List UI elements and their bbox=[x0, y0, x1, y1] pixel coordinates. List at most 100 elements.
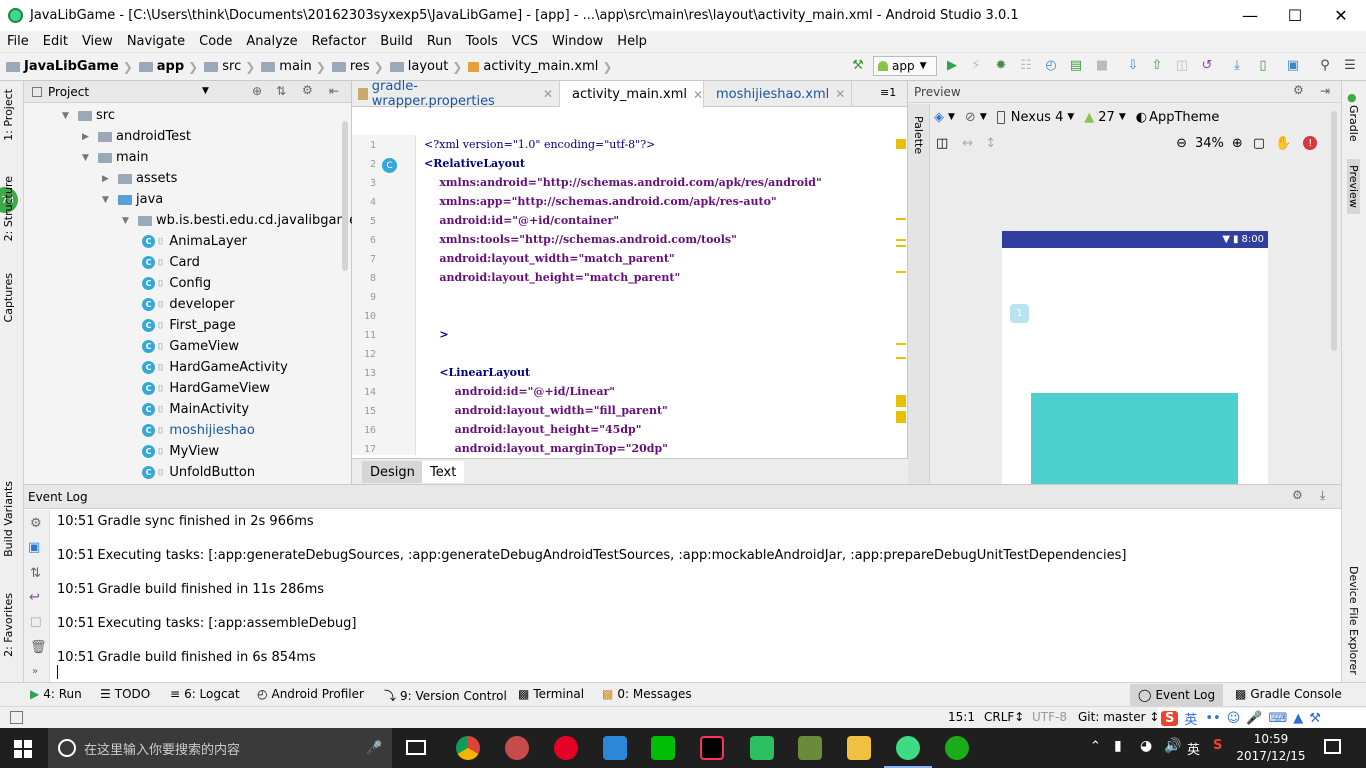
tab-design[interactable]: Design bbox=[362, 461, 423, 483]
design-surface-icon[interactable]: ◈ bbox=[934, 110, 944, 125]
file-explorer-icon[interactable] bbox=[847, 736, 871, 760]
chevron-up-icon[interactable]: ⌃ bbox=[1090, 739, 1101, 754]
layout-icon[interactable]: ◫ bbox=[936, 136, 948, 151]
tree-class-item[interactable]: C ⌷ Card bbox=[142, 252, 200, 273]
stop-icon[interactable]: ■ bbox=[1094, 58, 1110, 74]
feishu-icon[interactable] bbox=[603, 736, 627, 760]
vcs-update-icon[interactable]: ⇩ bbox=[1125, 58, 1141, 74]
tool-todo[interactable]: ☰ TODO bbox=[100, 687, 150, 701]
fit-screen-icon[interactable]: ▢ bbox=[1253, 136, 1265, 151]
breadcrumb-src[interactable]: src ❯ bbox=[198, 59, 255, 74]
balloon-icon[interactable]: ▣ bbox=[28, 540, 40, 555]
tree-folder-item[interactable]: ▼ main bbox=[82, 147, 148, 168]
gear-icon[interactable]: ⚙ bbox=[1293, 83, 1304, 97]
sdk-manager-icon[interactable]: ⤓ bbox=[1229, 58, 1245, 74]
class-marker-icon[interactable]: C bbox=[382, 158, 397, 173]
scroll-to-end-icon[interactable]: ⇅ bbox=[30, 566, 41, 581]
locate-icon[interactable]: ⊕ bbox=[252, 84, 262, 98]
mic-icon[interactable]: 🎤 bbox=[1246, 711, 1262, 726]
app-icon[interactable] bbox=[505, 736, 529, 760]
vcs-compare-icon[interactable]: ◫ bbox=[1174, 58, 1190, 74]
menu-help[interactable]: Help bbox=[610, 34, 654, 49]
more-icon[interactable]: » bbox=[32, 666, 38, 677]
tab-build-variants[interactable]: Build Variants bbox=[2, 481, 15, 557]
scrollbar[interactable] bbox=[342, 121, 348, 271]
action-center-icon[interactable] bbox=[1324, 739, 1341, 754]
tree-folder-item[interactable]: ▶ assets bbox=[102, 168, 177, 189]
toggle-tool-windows-icon[interactable] bbox=[10, 711, 23, 724]
chevron-down-icon[interactable]: ▼ bbox=[202, 86, 209, 96]
tree-folder-item[interactable]: ▼ java bbox=[102, 189, 163, 210]
zoom-in-icon[interactable]: ⊕ bbox=[1232, 136, 1243, 151]
code-area[interactable]: <?xml version="1.0" encoding="utf-8"?> <R… bbox=[416, 135, 894, 458]
soft-wraps-icon[interactable]: ↩ bbox=[29, 590, 40, 605]
iqiyi-icon[interactable] bbox=[651, 736, 675, 760]
tab-moshijieshao[interactable]: moshijieshao.xml ✕ bbox=[704, 81, 852, 107]
maximize-button[interactable]: ☐ bbox=[1272, 0, 1318, 31]
expand-arrow-icon[interactable]: ▼ bbox=[62, 111, 72, 121]
gear-icon[interactable]: ⚙ bbox=[1292, 488, 1303, 502]
tree-class-item[interactable]: C ⌷ First_page bbox=[142, 315, 236, 336]
evernote-icon[interactable] bbox=[750, 736, 774, 760]
vcs-commit-icon[interactable]: ⇧ bbox=[1149, 58, 1165, 74]
collapse-icon[interactable]: ⇅ bbox=[276, 84, 286, 98]
chrome-icon[interactable] bbox=[456, 736, 480, 760]
tool-event-log[interactable]: ◯ Event Log bbox=[1130, 684, 1224, 706]
expand-arrow-icon[interactable]: ▼ bbox=[102, 195, 112, 205]
settings-icon[interactable]: ⚙ bbox=[30, 516, 42, 531]
sogou-icon[interactable]: S bbox=[1161, 710, 1179, 726]
breadcrumb-project[interactable]: JavaLibGame ❯ bbox=[0, 59, 133, 74]
tab-palette[interactable]: Palette bbox=[912, 116, 925, 154]
tab-favorites[interactable]: 2: Favorites bbox=[2, 593, 15, 657]
microphone-icon[interactable]: 🎤 bbox=[366, 741, 382, 756]
tool-messages[interactable]: ▩ 0: Messages bbox=[602, 687, 692, 701]
git-branch[interactable]: Git: master ↕ bbox=[1078, 710, 1159, 724]
project-view-select[interactable]: Project bbox=[48, 85, 89, 99]
search-icon[interactable]: ⚲ bbox=[1317, 58, 1333, 74]
emoji-icon[interactable]: ☺ bbox=[1227, 711, 1241, 726]
breadcrumb-app[interactable]: app ❯ bbox=[133, 59, 198, 74]
profile-icon[interactable]: ◴ bbox=[1043, 58, 1059, 74]
revert-icon[interactable]: ↺ bbox=[1199, 58, 1215, 74]
hide-icon[interactable]: ⇥ bbox=[1320, 84, 1330, 98]
zoom-out-icon[interactable]: ⊖ bbox=[1176, 136, 1187, 151]
project-structure-icon[interactable]: ▣ bbox=[1285, 58, 1301, 74]
collapse-arrow-icon[interactable]: ▶ bbox=[102, 174, 112, 184]
tool-version-control[interactable]: ⤵ 9: Version Control bbox=[384, 687, 507, 704]
menu-run[interactable]: Run bbox=[420, 34, 459, 49]
pan-icon[interactable]: ✋ bbox=[1275, 136, 1291, 151]
tools-icon[interactable]: ⚒ bbox=[1309, 711, 1321, 726]
tree-class-item[interactable]: C ⌷ developer bbox=[142, 294, 235, 315]
tree-class-item[interactable]: C ⌷ UnfoldButton bbox=[142, 462, 255, 483]
tool-gradle-console[interactable]: ▩ Gradle Console bbox=[1235, 687, 1342, 701]
tree-class-item[interactable]: C ⌷ AnimaLayer bbox=[142, 231, 247, 252]
expand-arrow-icon[interactable]: ▼ bbox=[122, 216, 132, 226]
more-icon[interactable]: ☰ bbox=[1342, 58, 1358, 74]
tab-gradle-wrapper[interactable]: gradle-wrapper.properties ✕ bbox=[352, 79, 560, 109]
tree-class-item[interactable]: C ⌷ MyView bbox=[142, 441, 219, 462]
clock[interactable]: 10:59 2017/12/15 bbox=[1236, 731, 1306, 765]
api-select[interactable]: 27 bbox=[1098, 110, 1115, 125]
hide-icon[interactable]: ⤓ bbox=[1320, 488, 1325, 503]
device-select[interactable]: Nexus 4 bbox=[1011, 110, 1064, 125]
debug-icon[interactable]: ✹ bbox=[993, 58, 1009, 74]
android-studio-task-icon[interactable] bbox=[798, 736, 822, 760]
menu-navigate[interactable]: Navigate bbox=[120, 34, 192, 49]
theme-select[interactable]: AppTheme bbox=[1149, 110, 1219, 125]
clear-all-icon[interactable]: 🗑 bbox=[30, 640, 47, 655]
tab-gradle[interactable]: Gradle bbox=[1347, 105, 1360, 142]
tool-run[interactable]: ▶ 4: Run bbox=[30, 687, 82, 701]
tree-class-item[interactable]: C ⌷ moshijieshao bbox=[142, 420, 255, 441]
tree-class-item[interactable]: C ⌷ Config bbox=[142, 273, 211, 294]
tree-folder-item[interactable]: ▶ androidTest bbox=[82, 126, 191, 147]
close-icon[interactable]: ✕ bbox=[693, 88, 703, 102]
close-button[interactable]: ✕ bbox=[1318, 0, 1364, 31]
menu-refactor[interactable]: Refactor bbox=[305, 34, 374, 49]
tab-captures[interactable]: Captures bbox=[2, 273, 15, 322]
breadcrumb-res[interactable]: res ❯ bbox=[326, 59, 384, 74]
menu-window[interactable]: Window bbox=[545, 34, 610, 49]
ime-lang[interactable]: 英 bbox=[1184, 709, 1197, 728]
tree-class-item[interactable]: C ⌷ MainActivity bbox=[142, 399, 249, 420]
run-icon[interactable]: ▶ bbox=[944, 58, 960, 74]
network-icon[interactable]: ◕ bbox=[1140, 738, 1152, 754]
